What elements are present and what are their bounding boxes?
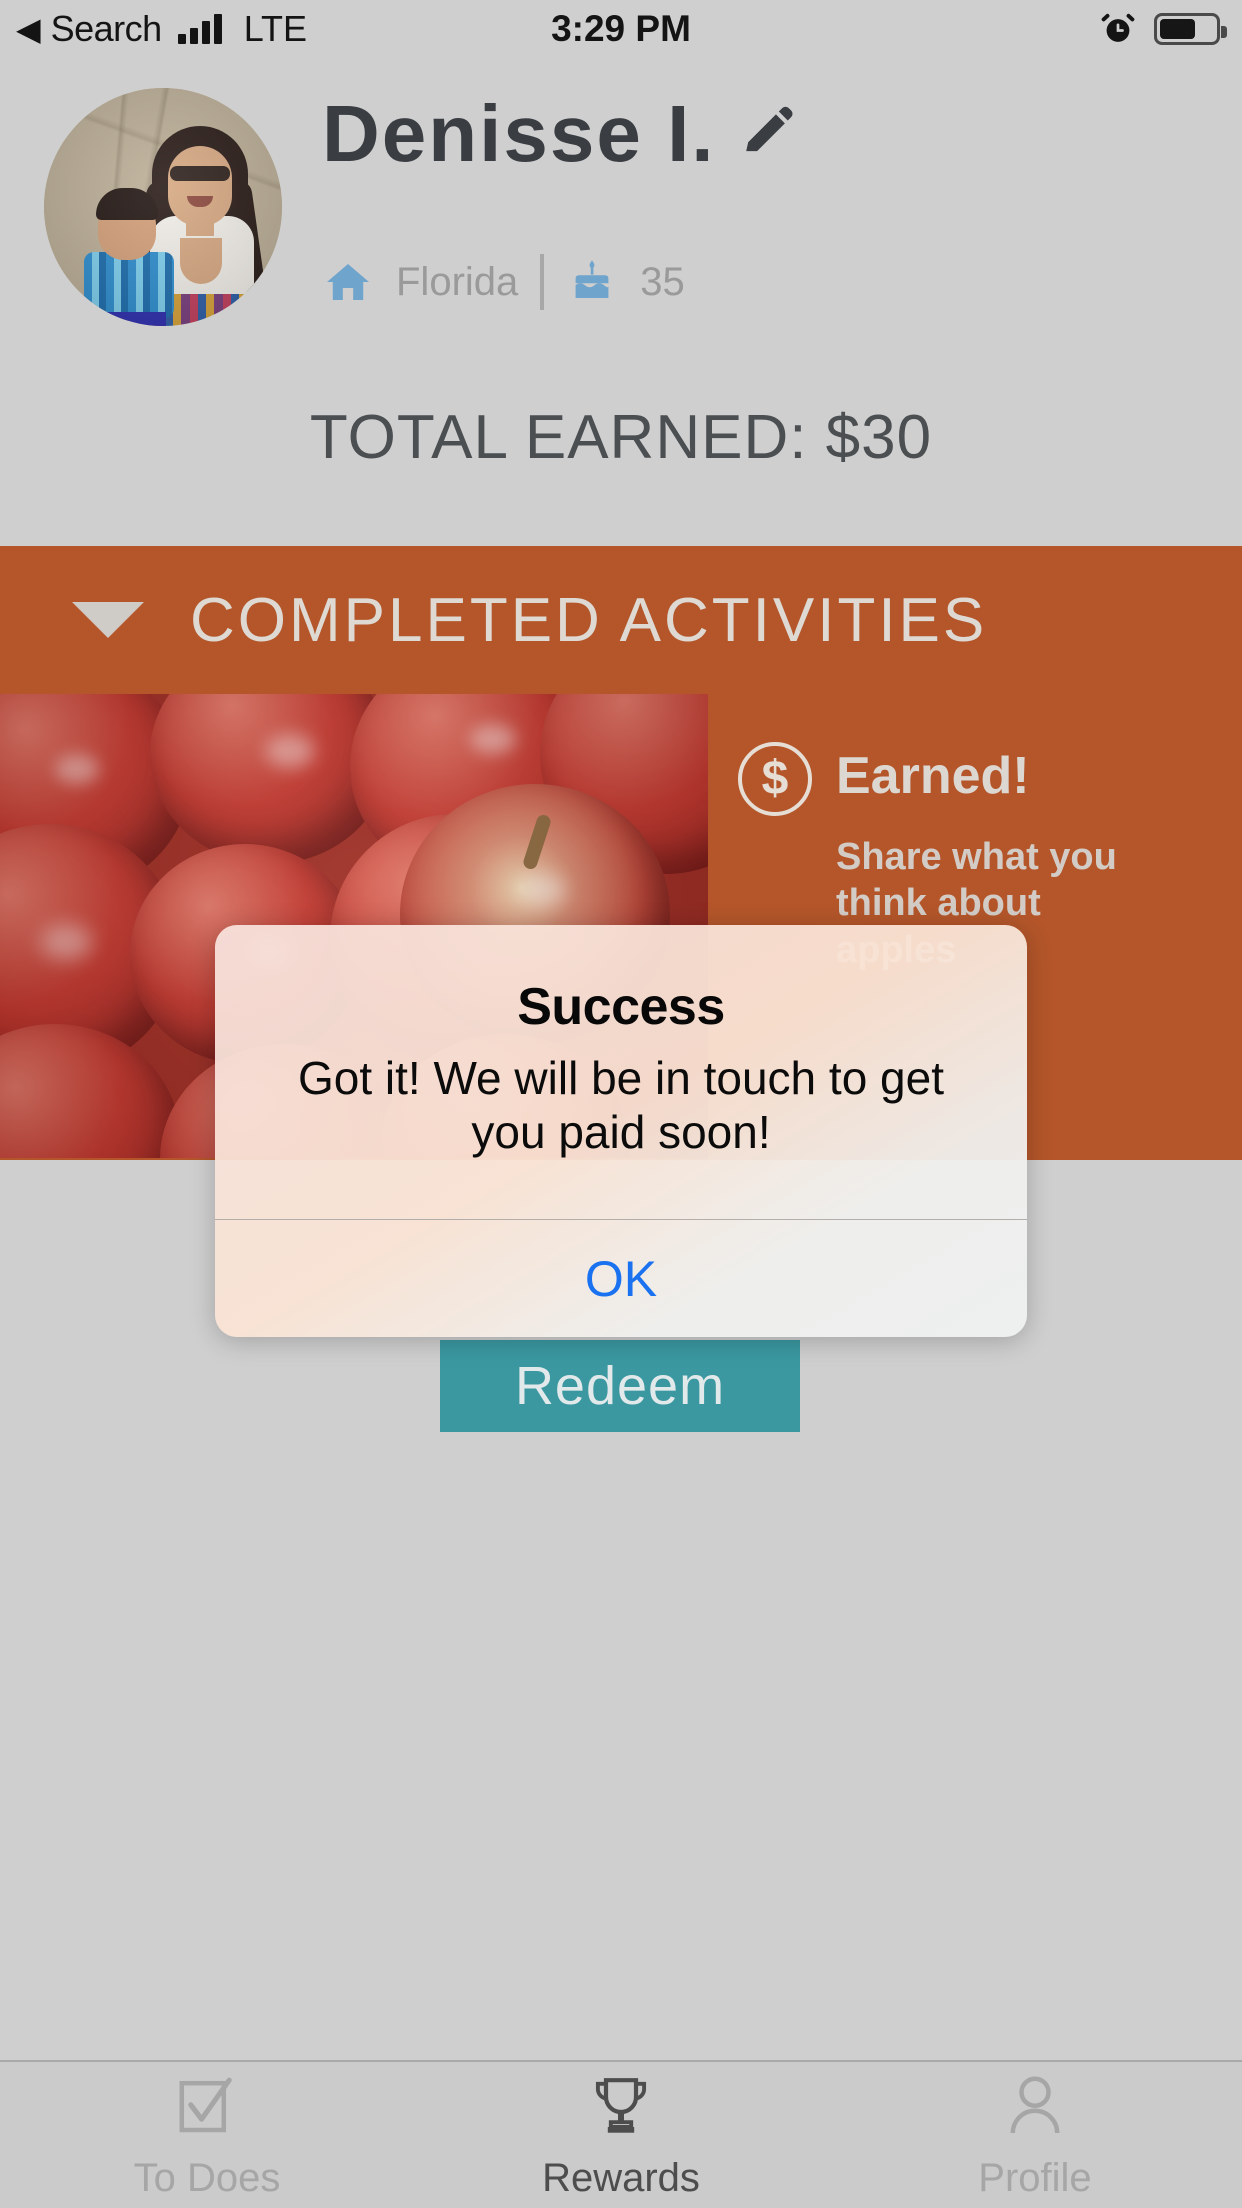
total-earned-label: TOTAL EARNED: $30 [309,403,933,472]
tab-label: Profile [978,2155,1092,2200]
clock-label: 3:29 PM [551,8,691,49]
tab-rewards[interactable]: Rewards [414,2062,828,2208]
success-alert-dialog: Success Got it! We will be in touch to g… [215,925,1027,1337]
trophy-icon [595,2077,647,2133]
alert-message: Got it! We will be in touch to get you p… [297,1052,945,1159]
avatar[interactable] [44,88,282,326]
dollar-circle-icon: $ [738,742,812,816]
status-bar-right [1100,11,1227,47]
home-icon [327,264,369,300]
profile-meta-row: Florida 35 [322,254,942,310]
profile-name: Denisse I. [322,89,716,178]
bottom-tab-bar: To Does Rewards Profile [0,2060,1242,2208]
birthday-cake-icon [575,260,609,298]
status-bar: ◀ Search LTE 3:29 PM [0,0,1242,58]
tab-label: To Does [133,2155,281,2200]
person-icon [1010,2075,1060,2133]
avatar-vignette [44,88,282,326]
tab-label: Rewards [542,2155,700,2200]
activity-status: Earned! [836,747,1030,805]
profile-location: Florida [396,259,519,304]
alert-title: Success [517,978,725,1036]
tab-profile[interactable]: Profile [828,2062,1242,2208]
redeem-button[interactable]: Redeem [440,1340,800,1432]
profile-header: Denisse I. Florida 35 [0,78,1242,328]
app-screen: ◀ Search LTE 3:29 PM Denisse I. Florida … [0,0,1242,2208]
pencil-icon[interactable] [738,105,796,163]
tab-to-does[interactable]: To Does [0,2062,414,2208]
section-title: COMPLETED ACTIVITIES [190,585,988,655]
caret-down-icon[interactable] [72,602,144,638]
alarm-clock-icon [1101,13,1135,42]
checkbox-check-icon [179,2077,232,2132]
alert-body: Success Got it! We will be in touch to g… [215,925,1027,1219]
profile-age: 35 [640,259,685,304]
completed-activities-header[interactable]: COMPLETED ACTIVITIES [0,546,1242,694]
alert-ok-button[interactable]: OK [215,1220,1027,1337]
profile-name-row: Denisse I. [322,94,796,174]
meta-divider [540,254,545,310]
battery-icon [1154,13,1227,45]
